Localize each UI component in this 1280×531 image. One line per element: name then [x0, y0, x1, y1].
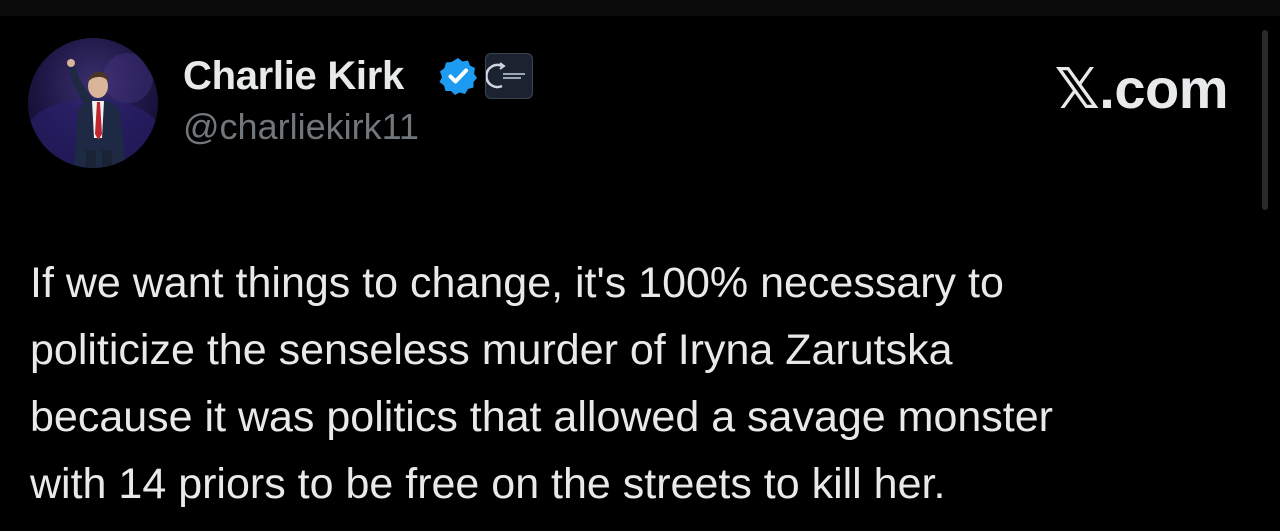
scrollbar[interactable] [1262, 30, 1268, 210]
tweet-text-line: with 14 priors to be free on the streets… [30, 460, 946, 508]
turning-point-logo[interactable] [485, 53, 533, 99]
top-edge [0, 0, 1280, 16]
author-display-name[interactable]: Charlie Kirk [183, 54, 404, 99]
tweet-text-line: If we want things to change, it's 100% n… [30, 259, 1004, 307]
verified-badge-icon[interactable] [438, 56, 478, 96]
avatar[interactable] [28, 38, 158, 168]
x-com-brand: 𝕏.com [1054, 57, 1229, 120]
tweet-text-line: politicize the senseless murder of Iryna… [30, 326, 953, 374]
author-handle[interactable]: @charliekirk11 [183, 106, 419, 148]
tweet-text: If we want things to change, it's 100% n… [30, 250, 1260, 518]
tweet-text-line: because it was politics that allowed a s… [30, 393, 1053, 441]
